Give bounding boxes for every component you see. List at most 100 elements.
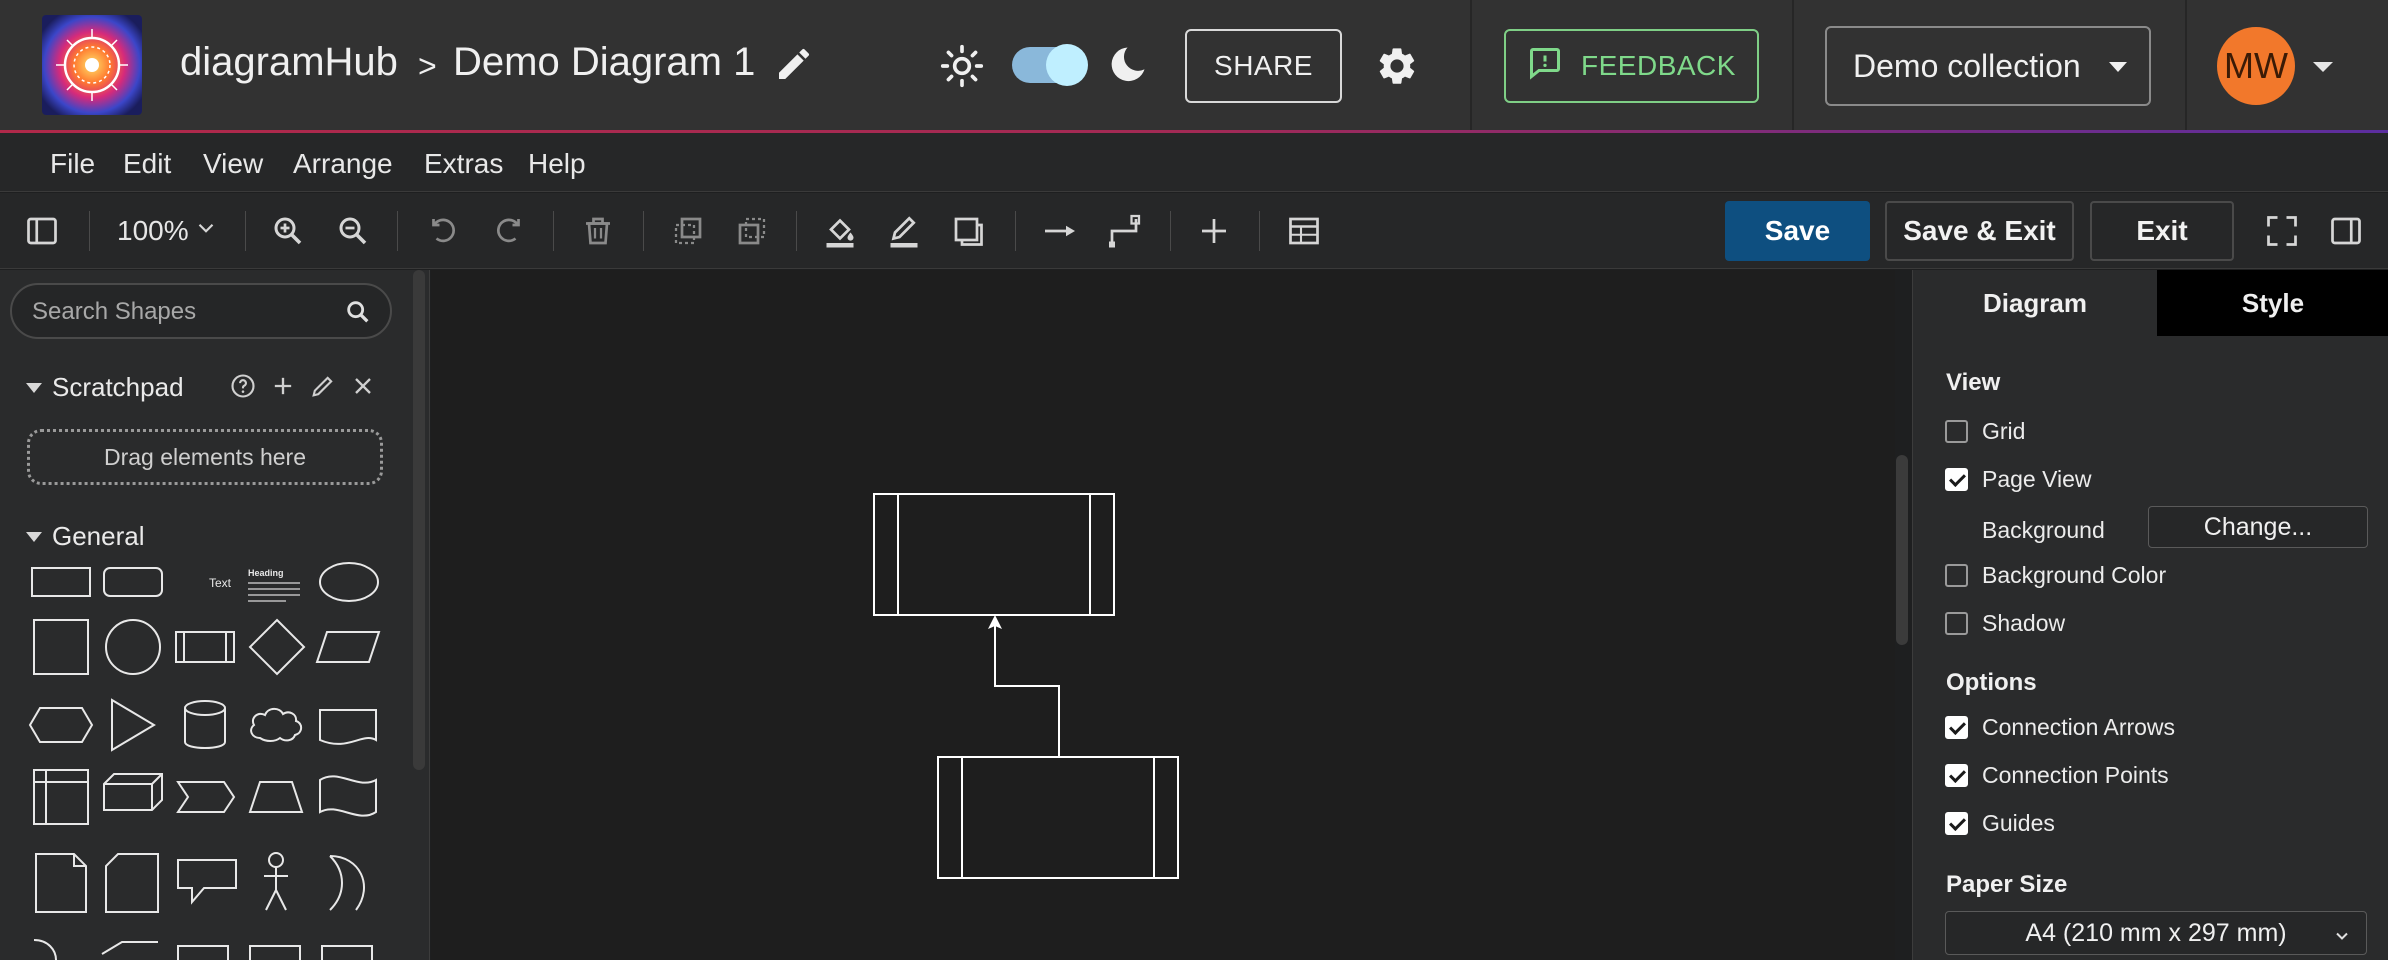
shape-note[interactable]	[35, 853, 87, 913]
fill-color-icon[interactable]	[822, 213, 858, 249]
shape-ellipse[interactable]	[319, 562, 379, 602]
waypoint-icon[interactable]	[1106, 213, 1142, 249]
paper-size-select[interactable]: A4 (210 mm x 297 mm)	[1945, 911, 2367, 955]
tab-style[interactable]: Style	[2157, 270, 2388, 336]
diagram-connector-edge[interactable]	[994, 625, 1060, 757]
shape-diamond[interactable]	[248, 618, 306, 676]
breadcrumb-app[interactable]: diagramHub	[180, 40, 398, 85]
connection-arrow-icon[interactable]	[1042, 213, 1078, 249]
shape-internal-storage[interactable]	[33, 769, 89, 825]
connection-arrows-checkbox[interactable]	[1945, 716, 1968, 739]
fullscreen-icon[interactable]	[2264, 213, 2300, 249]
settings-gear-icon[interactable]	[1375, 44, 1419, 93]
app-logo[interactable]	[42, 15, 142, 115]
grid-checkbox[interactable]	[1945, 420, 1968, 443]
document-title[interactable]: Demo Diagram 1	[453, 40, 755, 85]
connection-points-checkbox[interactable]	[1945, 764, 1968, 787]
insert-plus-icon[interactable]	[1196, 213, 1232, 249]
shadow-option[interactable]: Shadow	[1945, 610, 2065, 637]
shapes-scrollbar[interactable]	[413, 270, 425, 770]
zoom-out-icon[interactable]	[335, 213, 371, 249]
shape-tape[interactable]	[319, 775, 377, 817]
scratchpad-header[interactable]: Scratchpad	[26, 372, 184, 403]
feedback-button[interactable]: FEEDBACK	[1504, 29, 1759, 103]
to-back-icon[interactable]	[734, 213, 770, 249]
menu-arrange[interactable]: Arrange	[293, 148, 393, 180]
account-menu-caret-icon[interactable]	[2313, 62, 2333, 72]
shape-or[interactable]	[329, 855, 365, 911]
shape-triangle[interactable]	[111, 698, 156, 752]
shape-circle[interactable]	[105, 619, 161, 675]
shape-parallelogram[interactable]	[315, 631, 381, 663]
table-icon[interactable]	[1286, 213, 1322, 249]
shape-hexagon[interactable]	[28, 707, 94, 743]
guides-checkbox[interactable]	[1945, 812, 1968, 835]
shape-step[interactable]	[176, 781, 236, 813]
menu-help[interactable]: Help	[528, 148, 586, 180]
theme-toggle[interactable]	[1012, 44, 1088, 86]
redo-icon[interactable]	[490, 213, 526, 249]
format-panel-icon[interactable]	[2328, 213, 2364, 249]
canvas-scrollbar[interactable]	[1896, 455, 1908, 645]
shape-trapezoid[interactable]	[248, 781, 304, 813]
shadow-checkbox[interactable]	[1945, 612, 1968, 635]
shape-cylinder[interactable]	[184, 700, 226, 749]
change-background-button[interactable]: Change...	[2148, 506, 2368, 548]
tab-diagram[interactable]: Diagram	[1913, 270, 2157, 336]
zoom-chevron-down-icon[interactable]	[193, 215, 229, 251]
shape-rounded-rectangle[interactable]	[103, 567, 163, 597]
page-view-option[interactable]: Page View	[1945, 466, 2092, 493]
page-view-checkbox[interactable]	[1945, 468, 1968, 491]
connection-arrows-option[interactable]: Connection Arrows	[1945, 714, 2175, 741]
line-color-icon[interactable]	[886, 213, 922, 249]
menu-view[interactable]: View	[203, 148, 263, 180]
shape-search-box[interactable]	[10, 283, 392, 339]
shadow-icon[interactable]	[950, 213, 986, 249]
shape-document[interactable]	[319, 709, 377, 745]
background-color-checkbox[interactable]	[1945, 564, 1968, 587]
general-header[interactable]: General	[26, 521, 145, 552]
connection-points-option[interactable]: Connection Points	[1945, 762, 2169, 789]
diagram-canvas[interactable]	[431, 270, 1895, 960]
shape-heading[interactable]	[248, 582, 300, 602]
zoom-in-icon[interactable]	[270, 213, 306, 249]
to-front-icon[interactable]	[670, 213, 706, 249]
exit-button[interactable]: Exit	[2090, 201, 2234, 261]
delete-icon[interactable]	[580, 213, 616, 249]
app-header: diagramHub > Demo Diagram 1 SHARE FEEDBA…	[0, 0, 2388, 130]
shape-card[interactable]	[105, 853, 159, 913]
undo-icon[interactable]	[426, 213, 462, 249]
diagram-process-shape-bottom[interactable]	[937, 756, 1179, 879]
user-avatar[interactable]: MW	[2217, 27, 2295, 105]
sidebar-toggle-icon[interactable]	[24, 213, 60, 249]
shape-actor[interactable]	[264, 852, 288, 911]
edit-title-icon[interactable]	[774, 44, 814, 89]
dark-mode-icon	[1106, 44, 1148, 91]
collection-select[interactable]: Demo collection	[1825, 26, 2151, 106]
shape-rectangle[interactable]	[31, 567, 91, 597]
search-icon[interactable]	[344, 298, 372, 331]
shape-callout[interactable]	[177, 859, 237, 905]
guides-option[interactable]: Guides	[1945, 810, 2055, 837]
edit-pencil-icon[interactable]	[309, 372, 337, 405]
close-icon[interactable]	[349, 372, 377, 405]
shape-search-input[interactable]	[32, 297, 332, 327]
diagram-process-shape-top[interactable]	[873, 493, 1115, 616]
share-button[interactable]: SHARE	[1185, 29, 1342, 103]
save-button[interactable]: Save	[1725, 201, 1870, 261]
shape-text[interactable]: Text	[209, 576, 232, 590]
shape-square[interactable]	[33, 619, 89, 675]
menu-edit[interactable]: Edit	[123, 148, 171, 180]
shape-cube[interactable]	[103, 773, 163, 811]
grid-option[interactable]: Grid	[1945, 418, 2025, 445]
save-and-exit-button[interactable]: Save & Exit	[1885, 201, 2074, 261]
shape-cloud[interactable]	[250, 707, 303, 742]
zoom-level[interactable]: 100%	[117, 215, 189, 247]
add-icon[interactable]	[269, 372, 297, 405]
scratchpad-drop-zone[interactable]: Drag elements here	[27, 429, 383, 485]
shape-process[interactable]	[175, 631, 235, 663]
menu-file[interactable]: File	[50, 148, 95, 180]
menu-extras[interactable]: Extras	[424, 148, 503, 180]
background-color-option[interactable]: Background Color	[1945, 562, 2166, 589]
help-icon[interactable]	[229, 372, 257, 405]
